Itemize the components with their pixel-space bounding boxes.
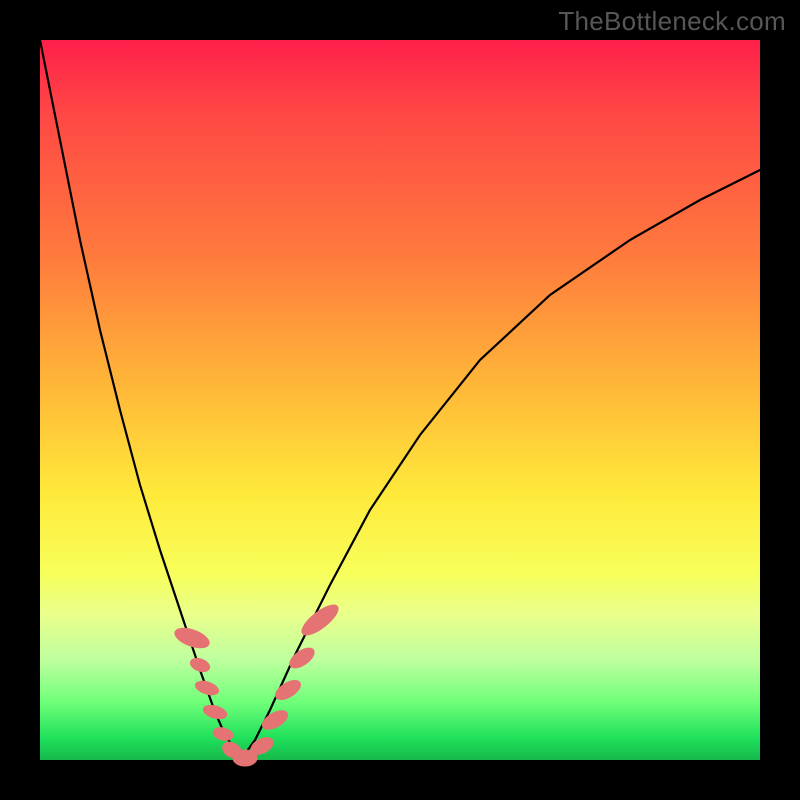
curve-marker (194, 679, 221, 698)
curve-left-branch (40, 40, 242, 758)
curve-marker (259, 707, 290, 733)
marker-group (172, 600, 342, 766)
plot-area (40, 40, 760, 760)
watermark-text: TheBottleneck.com (558, 6, 786, 37)
curve-marker (202, 703, 228, 721)
curve-marker (272, 677, 303, 704)
curve-marker (189, 656, 212, 674)
curve-svg (40, 40, 760, 760)
curve-marker (212, 726, 234, 742)
chart-frame: TheBottleneck.com (0, 0, 800, 800)
curve-marker (287, 644, 318, 672)
curve-right-branch (242, 170, 760, 758)
